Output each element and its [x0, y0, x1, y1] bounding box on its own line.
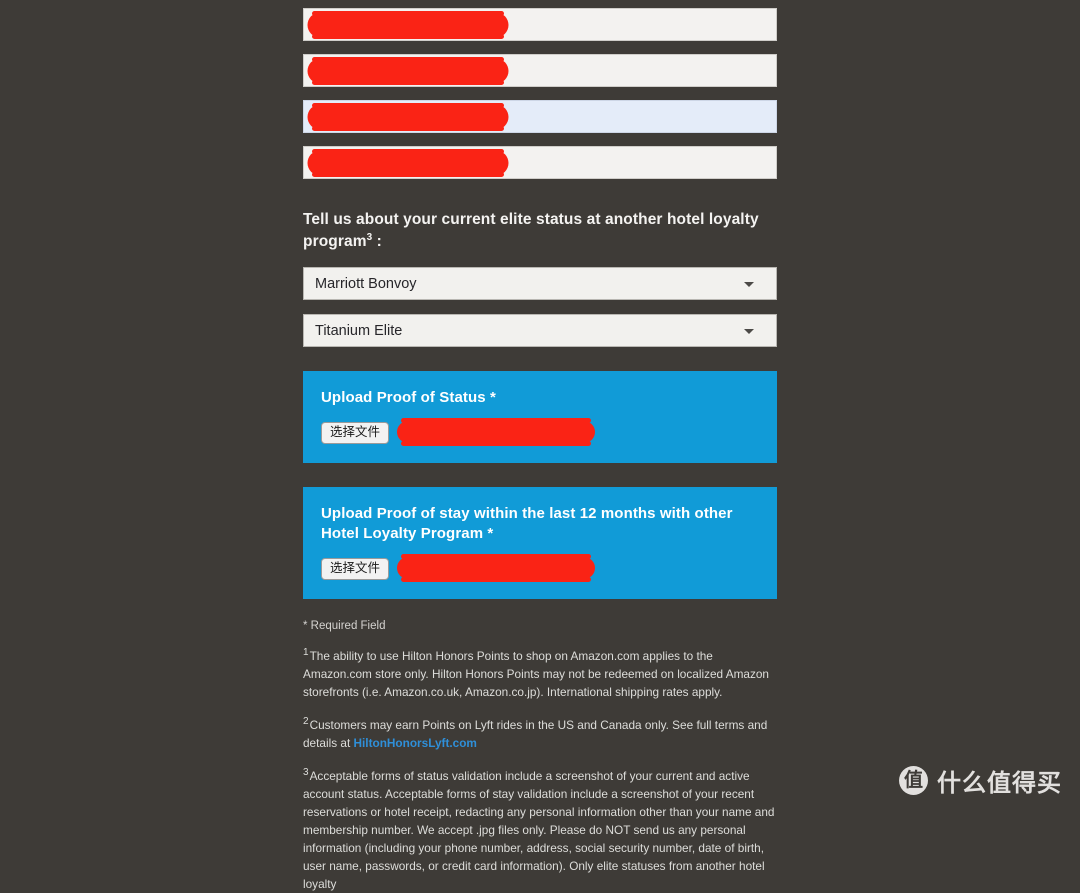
- watermark: 值 什么值得买: [899, 763, 1062, 798]
- form-page: Tell us about your current elite status …: [303, 0, 777, 893]
- elite-tier-select[interactable]: Titanium Elite: [303, 314, 777, 347]
- footnote-1: 1The ability to use Hilton Honors Points…: [303, 647, 777, 701]
- redacted-fields-group: [303, 0, 777, 179]
- upload-proof-of-stay-title: Upload Proof of stay within the last 12 …: [321, 504, 733, 542]
- elite-status-heading: Tell us about your current elite status …: [303, 209, 777, 253]
- redaction-mark: [397, 417, 595, 446]
- footnote-3-marker: 3: [303, 767, 309, 779]
- hilton-honors-lyft-link[interactable]: HiltonHonorsLyft.com: [354, 736, 477, 750]
- choose-file-button[interactable]: 选择文件: [321, 422, 390, 444]
- footnote-2-marker: 2: [303, 716, 309, 728]
- footnote-3-text: Acceptable forms of status validation in…: [303, 769, 775, 892]
- upload-proof-of-status-panel: Upload Proof of Status * 选择文件: [303, 371, 777, 463]
- loyalty-program-select-value: Marriott Bonvoy: [315, 275, 417, 292]
- upload-proof-of-status-row: 选择文件: [321, 417, 759, 446]
- elite-status-heading-suffix: :: [372, 233, 382, 250]
- redaction-mark: [309, 11, 507, 39]
- chevron-down-icon: [744, 281, 754, 287]
- redaction-mark: [309, 103, 507, 131]
- redacted-field-1[interactable]: [303, 8, 777, 41]
- elite-tier-select-value: Titanium Elite: [315, 322, 403, 339]
- footnote-1-marker: 1: [303, 646, 309, 658]
- redacted-field-2[interactable]: [303, 54, 777, 87]
- footnote-2: 2Customers may earn Points on Lyft rides…: [303, 716, 777, 752]
- watermark-text: 什么值得买: [937, 769, 1062, 797]
- footnote-1-text: The ability to use Hilton Honors Points …: [303, 648, 769, 699]
- redaction-mark: [309, 57, 507, 85]
- upload-proof-of-status-title: Upload Proof of Status *: [321, 389, 496, 406]
- upload-proof-of-stay-panel: Upload Proof of stay within the last 12 …: [303, 486, 777, 599]
- upload-proof-of-stay-row: 选择文件: [321, 553, 759, 582]
- redacted-field-4[interactable]: [303, 146, 777, 179]
- redaction-mark: [397, 553, 595, 582]
- redaction-mark: [309, 149, 507, 177]
- smzdm-logo-icon: 值: [899, 766, 928, 795]
- footnote-3: 3Acceptable forms of status validation i…: [303, 767, 777, 893]
- chevron-down-icon: [744, 328, 754, 334]
- redacted-field-3[interactable]: [303, 100, 777, 133]
- choose-file-button[interactable]: 选择文件: [321, 558, 390, 580]
- loyalty-program-select[interactable]: Marriott Bonvoy: [303, 267, 777, 300]
- required-field-note: * Required Field: [303, 619, 386, 632]
